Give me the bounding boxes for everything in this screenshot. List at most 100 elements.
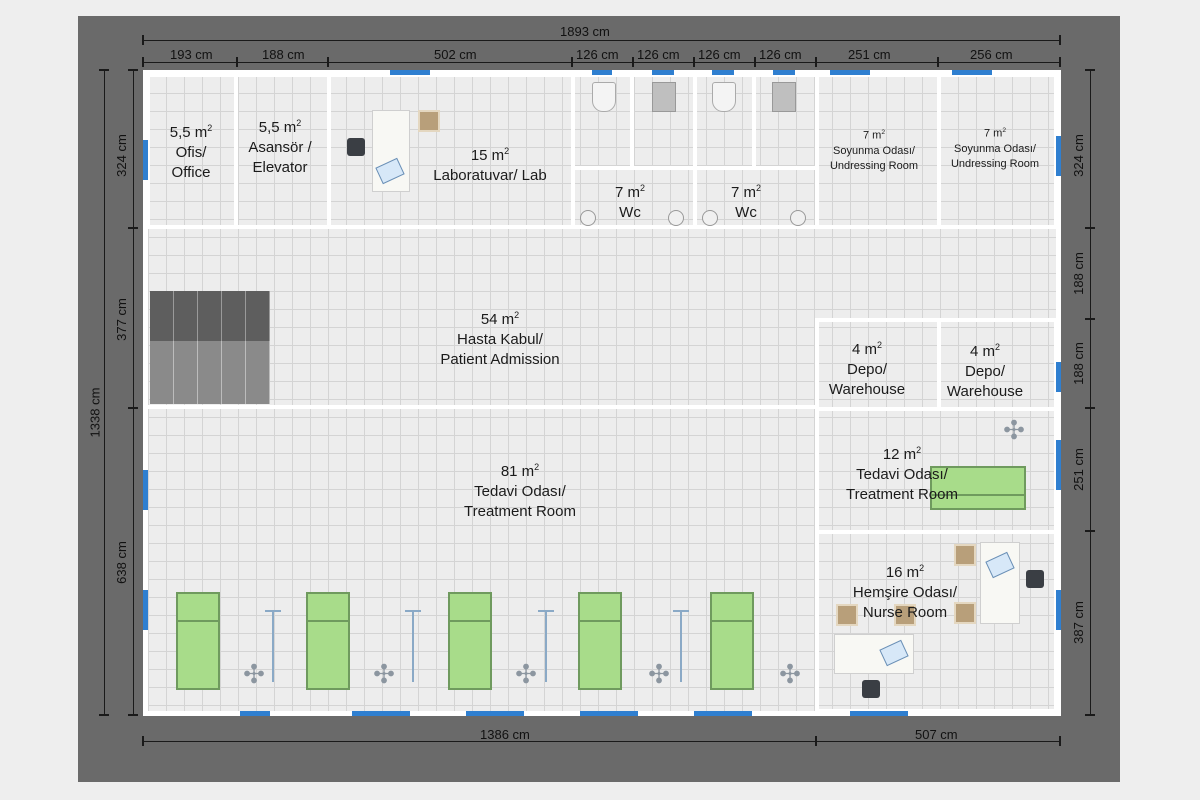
dimension-tick [1085,714,1095,716]
treatment-small-label: 12 m2 Tedavi Odası/ Treatment Room [832,440,972,505]
area-unit-superscript: 2 [504,146,510,156]
hospital-bed-icon [710,592,754,690]
dimension-tick [754,57,756,67]
window [143,590,148,630]
window [952,70,992,75]
dimension-tick [815,57,817,67]
toilet-icon [712,82,736,112]
warehouse-2-label: 4 m2 Depo/ Warehouse [940,337,1030,402]
admission-name-en: Patient Admission [440,351,560,368]
toilet-stall-icon [772,82,796,112]
wc1-name: Wc [619,204,641,221]
warehouse-2-name-en: Warehouse [946,383,1024,400]
dimension-tick [128,69,138,71]
stool-icon: ✣ [1003,415,1025,445]
wc-stall-divider [630,73,634,170]
undressing-1-name-en: Undressing Room [829,159,919,172]
top-segment-dimension: 251 cm [848,47,891,62]
warehouse-1-area: 4 m [851,341,877,358]
treatment-large-area: 81 m [500,463,535,480]
bottom-right-dimension: 507 cm [915,727,958,742]
lab-area: 15 m [470,147,505,164]
dimension-tick [236,57,238,67]
area-unit-superscript: 2 [919,563,925,573]
wc-stall-divider [752,73,756,170]
treatment-small-area: 12 m [882,446,917,463]
left-segment-dimension: 324 cm [113,134,129,177]
admission-name-tr: Hasta Kabul/ [457,331,543,348]
undressing-2-label: 7 m2 Soyunma Odası/ Undressing Room [940,123,1050,172]
window [1056,590,1061,630]
toilet-icon [592,82,616,112]
office-chair-icon [1026,570,1044,588]
top-segment-dimension: 256 cm [970,47,1013,62]
wc1-area: 7 m [614,184,640,201]
area-unit-superscript: 2 [640,183,646,193]
lab-name: Laboratuvar/ Lab [433,167,547,184]
left-total-dimension: 1338 cm [87,387,103,438]
dimension-tick [815,736,817,746]
area-unit-superscript: 2 [995,342,1001,352]
left-segment-dimension: 638 cm [113,541,129,584]
right-segment-dimension: 324 cm [1070,134,1086,177]
undressing-2-area: 7 m [983,127,1003,140]
dimension-tick [128,407,138,409]
left-total-dimension-line [104,70,105,716]
nurse-room-area: 16 m [885,564,920,581]
office-chair-icon [862,680,880,698]
window [580,711,638,716]
left-segment-dimension: 377 cm [113,298,129,341]
right-segment-dimension: 188 cm [1070,252,1086,295]
window [712,70,734,75]
iv-stand-icon [265,610,281,682]
wc2-name: Wc [735,204,757,221]
bottom-left-dimension: 1386 cm [480,727,530,742]
dimension-tick [128,227,138,229]
dimension-tick [1059,736,1061,746]
dimension-tick [142,35,144,45]
treatment-small-name-tr: Tedavi Odası/ [856,466,948,483]
dimension-tick [327,57,329,67]
sink-icon [580,210,596,226]
top-segments-dimension-line [143,62,1061,63]
hospital-bed-icon [176,592,220,690]
dimension-tick [1085,530,1095,532]
undressing-2-name-en: Undressing Room [950,157,1040,170]
hospital-bed-icon [448,592,492,690]
elevator-area: 5,5 m [258,119,297,136]
warehouse-1-name-en: Warehouse [828,381,906,398]
dimension-tick [632,57,634,67]
dimension-tick [1059,35,1061,45]
right-segments-dimension-line [1090,70,1091,716]
area-unit-superscript: 2 [756,183,762,193]
dimension-tick [142,57,144,67]
top-segment-dimension: 126 cm [759,47,802,62]
area-unit-superscript: 2 [1002,127,1006,134]
nurse-room-label: 16 m2 Hemşire Odası/ Nurse Room [840,558,970,623]
iv-stand-icon [405,610,421,682]
top-total-dimension-line [143,40,1061,41]
area-unit-superscript: 2 [296,118,302,128]
stool-icon: ✣ [243,659,265,689]
right-segment-dimension: 387 cm [1070,601,1086,644]
left-segments-dimension-line [133,70,134,716]
window [694,711,752,716]
dimension-tick [128,714,138,716]
dimension-tick [99,714,109,716]
hospital-bed-icon [578,592,622,690]
top-segment-dimension: 502 cm [434,47,477,62]
elevator-name-en: Elevator [252,159,308,176]
nurse-room-name-en: Nurse Room [862,604,948,621]
dimension-tick [937,57,939,67]
dimension-tick [1085,227,1095,229]
window [1056,362,1061,392]
warehouse-1-label: 4 m2 Depo/ Warehouse [822,335,912,400]
office-name-en: Office [171,164,211,181]
dimension-tick [1085,318,1095,320]
undressing-1-label: 7 m2 Soyunma Odası/ Undressing Room [819,125,929,174]
dimension-tick [1059,57,1061,67]
stool-icon: ✣ [648,659,670,689]
window [652,70,674,75]
undressing-1-area: 7 m [862,129,882,142]
undressing-2-name-tr: Soyunma Odası/ [954,142,1036,155]
